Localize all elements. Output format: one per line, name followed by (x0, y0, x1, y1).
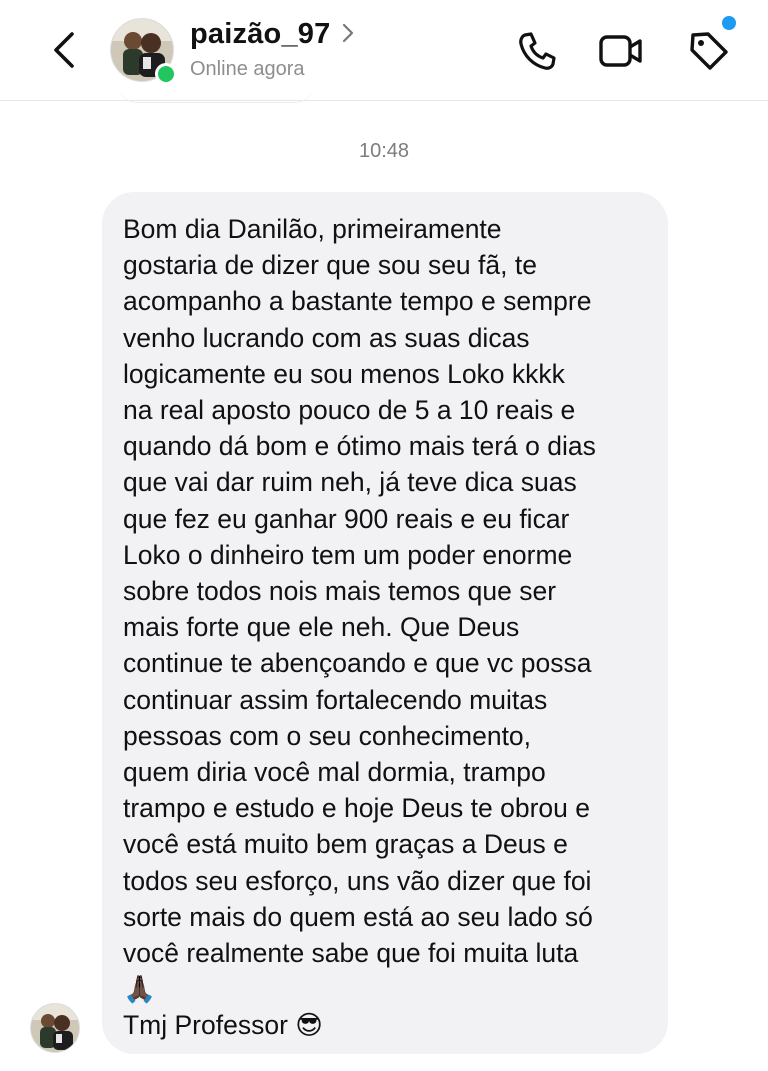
message-text: Bom dia Danilão, primeiramente gostaria … (123, 214, 596, 1041)
phone-icon (519, 32, 556, 70)
message-timestamp: 10:48 (358, 140, 410, 162)
video-camera-icon (599, 35, 642, 67)
call-button[interactable] (514, 28, 560, 74)
sender-avatar[interactable] (30, 1003, 80, 1053)
online-indicator (155, 63, 177, 85)
previous-message-bubble (118, 84, 314, 103)
tag-icon (690, 32, 728, 70)
username: paizão_97 (190, 18, 331, 50)
chevron-right-icon (342, 23, 354, 43)
avatar-photo (31, 1004, 79, 1052)
chevron-left-icon (54, 32, 74, 68)
notification-dot (722, 16, 736, 30)
message-bubble[interactable]: Bom dia Danilão, primeiramente gostaria … (102, 192, 668, 1054)
video-call-button[interactable] (598, 28, 644, 74)
tag-button[interactable] (686, 28, 732, 74)
back-button[interactable] (40, 26, 88, 74)
online-status: Online agora (190, 58, 305, 80)
chat-header: paizão_97 Online agora (0, 0, 768, 101)
profile-link[interactable]: paizão_97 (190, 18, 354, 51)
